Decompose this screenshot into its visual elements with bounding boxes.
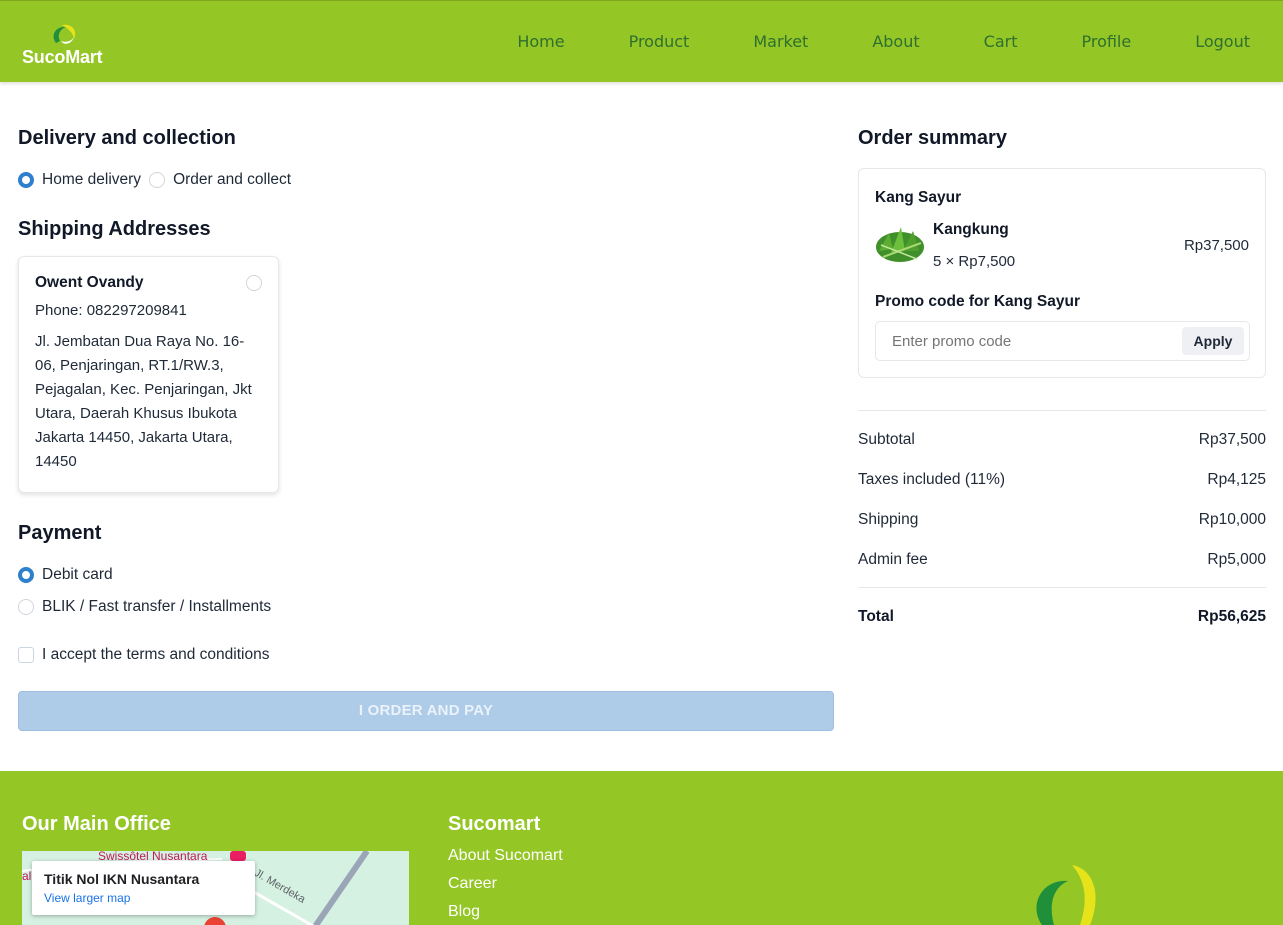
order-and-pay-button[interactable]: I ORDER AND PAY [18,691,834,731]
payment-option-debit[interactable]: Debit card [18,566,113,584]
office-title: Our Main Office [22,813,171,835]
nav-cart[interactable]: Cart [984,32,1018,51]
sucomart-logo[interactable]: SucoMart [22,23,122,69]
map-edge-label: al [22,869,32,883]
footer-logo-icon [1036,865,1096,925]
nav-home[interactable]: Home [517,32,564,51]
admin-fee-label: Admin fee [858,551,928,568]
shipping-label: Shipping [858,511,919,528]
footer-link-career[interactable]: Career [448,875,497,893]
view-larger-map-link[interactable]: View larger map [44,891,243,905]
blik-radio[interactable] [18,599,34,615]
summary-title: Order summary [858,127,1007,149]
promo-code-input[interactable] [892,333,1172,350]
order-collect-radio[interactable] [149,172,166,188]
address-name: Owent Ovandy [35,274,144,291]
subtotal-label: Subtotal [858,431,915,448]
total-row: Total Rp56,625 [858,608,1266,626]
summary-divider-top [858,410,1266,411]
address-text: Jl. Jembatan Dua Raya No. 16-06, Penjari… [35,333,252,470]
nav-profile[interactable]: Profile [1081,32,1131,51]
order-collect-label[interactable]: Order and collect [173,171,291,189]
map-place-name: Titik Nol IKN Nusantara [44,871,200,887]
order-summary-card: Kang Sayur Kangkung 5 × Rp7,500 Rp37,500… [858,168,1266,378]
terms-checkbox[interactable] [18,647,34,663]
taxes-label: Taxes included (11%) [858,471,1006,488]
debit-card-radio[interactable] [18,567,34,583]
subtotal-row: Subtotal Rp37,500 [858,431,1266,449]
admin-fee-value: Rp5,000 [1207,551,1266,568]
office-map[interactable]: Swissôtel Nusantara al Jl. Merdeka Titik… [22,851,409,925]
product-name: Kangkung [933,221,1009,238]
address-phone: Phone: 082297209841 [35,302,187,319]
top-navbar: SucoMart Home Product Market About Cart … [0,0,1283,82]
terms-row[interactable]: I accept the terms and conditions [18,646,269,664]
taxes-value: Rp4,125 [1207,471,1266,488]
blik-label[interactable]: BLIK / Fast transfer / Installments [42,598,271,616]
total-label: Total [858,608,894,625]
footer-link-about[interactable]: About Sucomart [448,847,563,865]
logo-swirl-icon [53,24,76,44]
nav-about[interactable]: About [872,32,919,51]
debit-card-label[interactable]: Debit card [42,566,113,584]
taxes-row: Taxes included (11%) Rp4,125 [858,471,1266,489]
shipping-row: Shipping Rp10,000 [858,511,1266,529]
footer-link-blog[interactable]: Blog [448,903,480,921]
summary-divider-bottom [858,587,1266,588]
delivery-options: Home delivery Order and collect [18,171,291,189]
kangkung-product-image [876,227,924,262]
product-quantity: 5 × Rp7,500 [933,253,1016,270]
payment-option-blik[interactable]: BLIK / Fast transfer / Installments [18,598,271,616]
home-delivery-radio[interactable] [18,172,34,188]
delivery-title: Delivery and collection [18,127,236,149]
subtotal-value: Rp37,500 [1198,431,1266,448]
product-price: Rp37,500 [1183,237,1249,254]
address-card[interactable]: Owent Ovandy Phone: 082297209841 Jl. Jem… [18,256,279,493]
shipping-value: Rp10,000 [1198,511,1266,528]
sucomart-footer-title: Sucomart [448,813,541,835]
apply-promo-button[interactable]: Apply [1182,327,1244,355]
brand-name: SucoMart [22,47,103,67]
nav-logout[interactable]: Logout [1195,32,1250,51]
terms-label[interactable]: I accept the terms and conditions [42,646,269,664]
nav-market[interactable]: Market [753,32,808,51]
map-info-card: Titik Nol IKN Nusantara View larger map [32,861,255,915]
nav-product[interactable]: Product [629,32,690,51]
admin-fee-row: Admin fee Rp5,000 [858,551,1266,569]
footer: Our Main Office Swissôtel Nusantara al J… [0,771,1283,925]
promo-label: Promo code for Kang Sayur [875,293,1080,310]
home-delivery-label[interactable]: Home delivery [42,171,141,189]
promo-field: Apply [875,321,1250,361]
total-value: Rp56,625 [1197,608,1266,625]
shipping-title: Shipping Addresses [18,218,211,240]
payment-title: Payment [18,522,102,544]
main-nav: Home Product Market About Cart Profile L… [517,32,1250,51]
store-name: Kang Sayur [875,189,962,206]
address-select-radio[interactable] [246,275,262,291]
